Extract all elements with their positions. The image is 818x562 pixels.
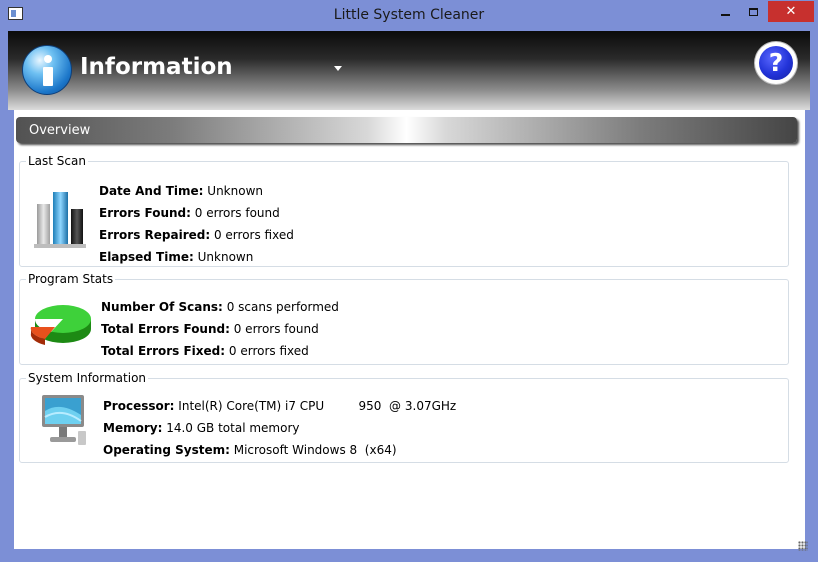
help-button[interactable]: ? bbox=[755, 42, 797, 84]
main-content: Overview Last Scan Date And Time: Unknow… bbox=[14, 110, 805, 549]
program-stats-group: Program Stats Number Of Scans: 0 scans p… bbox=[19, 272, 789, 365]
window-title: Little System Cleaner bbox=[333, 7, 485, 23]
processor-row: Processor: Intel(R) Core(TM) i7 CPU 950 … bbox=[103, 399, 457, 413]
last-scan-errors-found-row: Errors Found: 0 errors found bbox=[99, 206, 280, 220]
last-scan-date-row: Date And Time: Unknown bbox=[99, 184, 263, 198]
last-scan-elapsed-row: Elapsed Time: Unknown bbox=[99, 250, 254, 264]
close-icon: ✕ bbox=[785, 4, 797, 19]
last-scan-errors-repaired-row: Errors Repaired: 0 errors fixed bbox=[99, 228, 294, 242]
close-button[interactable]: ✕ bbox=[768, 1, 814, 22]
system-info-group: System Information Processor: Intel(R) C… bbox=[19, 371, 789, 463]
info-icon bbox=[22, 45, 72, 95]
minimize-button[interactable] bbox=[712, 1, 738, 22]
memory-row: Memory: 14.0 GB total memory bbox=[103, 421, 300, 435]
maximize-button[interactable] bbox=[740, 1, 766, 22]
page-title: Information bbox=[80, 54, 233, 80]
stats-errors-found-row: Total Errors Found: 0 errors found bbox=[101, 322, 319, 336]
last-scan-legend: Last Scan bbox=[28, 154, 86, 168]
program-stats-legend: Program Stats bbox=[28, 272, 114, 286]
system-info-legend: System Information bbox=[28, 371, 147, 385]
minimize-icon bbox=[720, 13, 730, 16]
help-icon: ? bbox=[759, 46, 793, 80]
computer-icon bbox=[42, 395, 86, 445]
app-window: Little System Cleaner ✕ Information ? Ov… bbox=[0, 0, 818, 562]
chevron-down-icon[interactable] bbox=[334, 66, 342, 71]
os-row: Operating System: Microsoft Windows 8 (x… bbox=[103, 443, 397, 457]
stats-scans-row: Number Of Scans: 0 scans performed bbox=[101, 300, 339, 314]
maximize-icon bbox=[748, 7, 758, 16]
stats-errors-fixed-row: Total Errors Fixed: 0 errors fixed bbox=[101, 344, 309, 358]
title-bar[interactable]: Little System Cleaner ✕ bbox=[0, 0, 818, 31]
resize-grip-icon[interactable] bbox=[798, 541, 808, 551]
bar-chart-icon bbox=[34, 192, 86, 248]
last-scan-group: Last Scan Date And Time: Unknown Errors … bbox=[19, 154, 789, 267]
overview-label: Overview bbox=[29, 123, 91, 138]
overview-header: Overview bbox=[16, 117, 797, 143]
header-banner: Information ? bbox=[8, 31, 810, 110]
pie-chart-icon bbox=[30, 305, 91, 345]
